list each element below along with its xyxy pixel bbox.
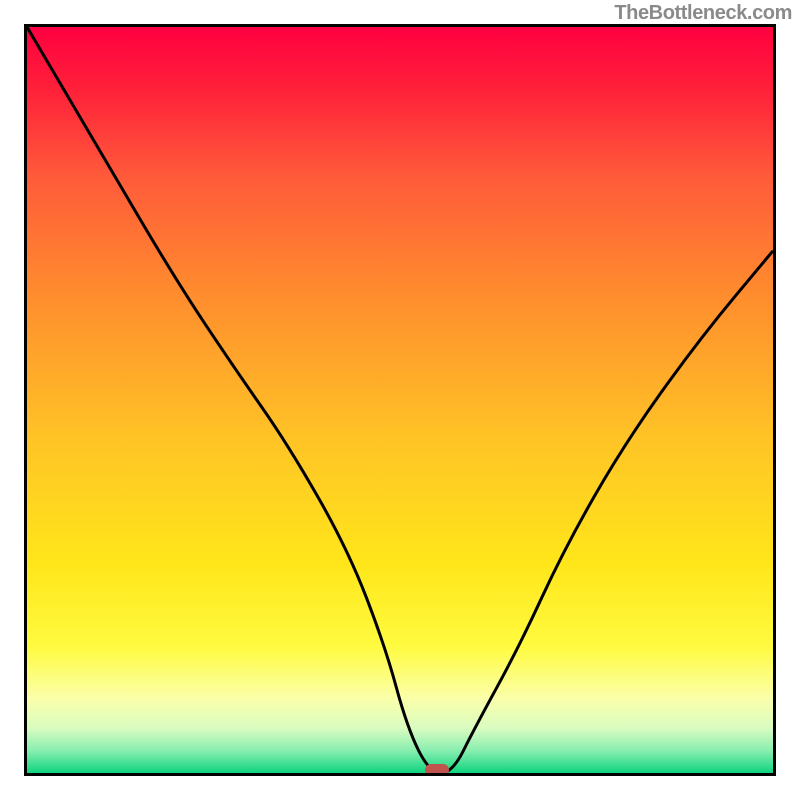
optimal-point-marker xyxy=(425,764,449,776)
watermark-text: TheBottleneck.com xyxy=(614,2,792,25)
plot-area xyxy=(24,24,776,776)
chart-container: TheBottleneck.com xyxy=(0,0,800,800)
bottleneck-curve xyxy=(27,27,773,773)
